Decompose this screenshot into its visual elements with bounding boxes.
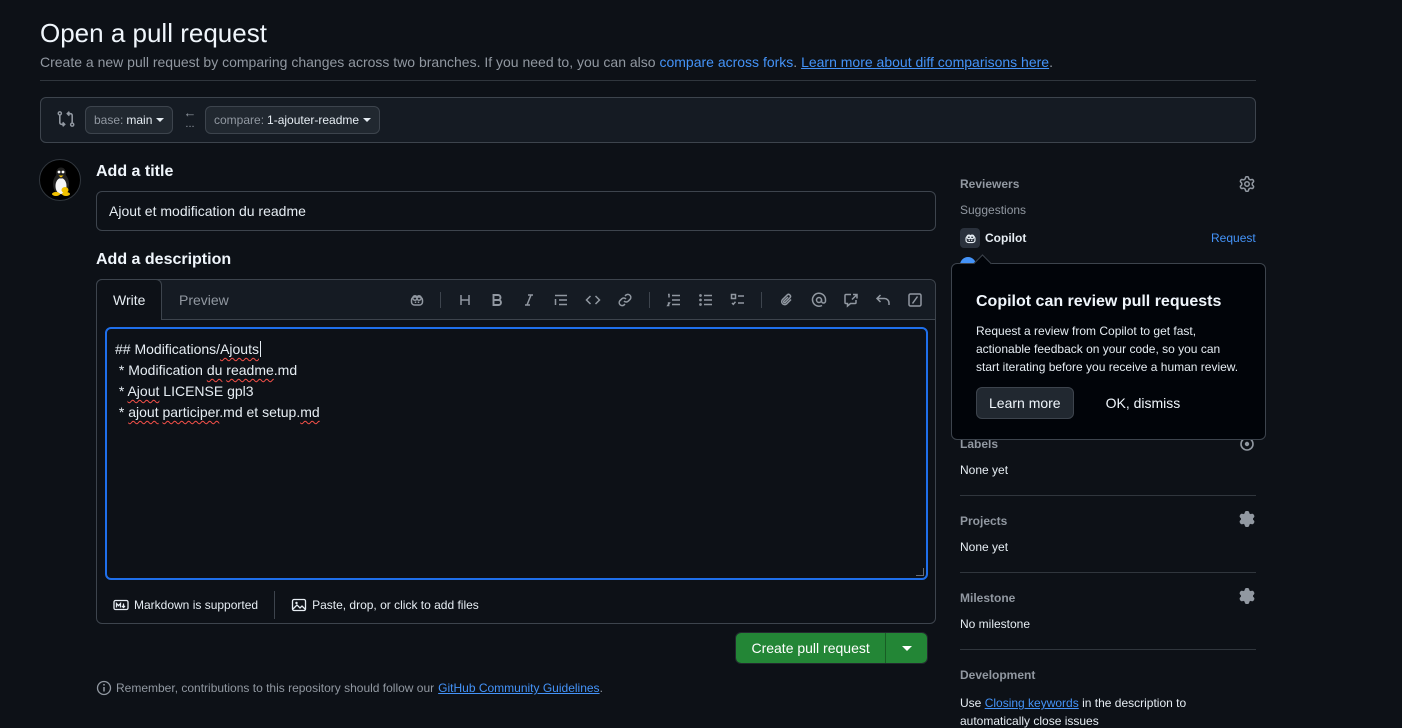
link-icon[interactable] <box>615 290 635 310</box>
ordered-list-icon[interactable] <box>664 290 684 310</box>
quote-icon[interactable] <box>551 290 571 310</box>
desc-line-2: * Modification du readme.md <box>115 362 298 378</box>
contribution-notice: Remember, contributions to this reposito… <box>96 680 603 696</box>
diff-comparisons-link[interactable]: Learn more about diff comparisons here <box>801 54 1049 70</box>
chevron-down-icon <box>156 118 165 122</box>
chevron-down-icon <box>363 118 372 122</box>
gear-icon[interactable] <box>1239 588 1257 606</box>
cross-reference-icon[interactable] <box>841 290 861 310</box>
editor-footer: Markdown is supported Paste, drop, or cl… <box>97 586 935 624</box>
community-guidelines-link[interactable]: GitHub Community Guidelines <box>438 681 599 695</box>
task-list-icon[interactable] <box>728 290 748 310</box>
copilot-suggestion: Copilot <box>960 228 1026 248</box>
request-copilot-review-link[interactable]: Request <box>1211 231 1256 245</box>
base-branch-select[interactable]: base: main <box>85 106 174 134</box>
create-pull-request-button-group: Create pull request <box>735 632 928 664</box>
gear-icon[interactable] <box>1239 511 1257 529</box>
code-icon[interactable] <box>583 290 603 310</box>
info-icon <box>96 680 112 696</box>
direction-indicator: ← ... <box>183 106 197 130</box>
range-dots: ... <box>185 118 195 130</box>
markdown-note[interactable]: Markdown is supported <box>97 597 274 613</box>
subtitle-sep: . <box>793 54 798 70</box>
create-options-dropdown[interactable] <box>886 633 927 663</box>
title-label: Add a title <box>96 163 174 180</box>
page-title: Open a pull request <box>40 18 267 48</box>
markdown-icon <box>113 599 129 611</box>
gear-icon[interactable] <box>1239 176 1257 194</box>
subtitle-text: Create a new pull request by comparing c… <box>40 54 656 70</box>
closing-keywords-link[interactable]: Closing keywords <box>985 696 1079 710</box>
create-pull-request-button[interactable]: Create pull request <box>736 633 887 663</box>
title-input[interactable]: Ajout et modification du readme <box>96 191 936 231</box>
compare-branch-select[interactable]: compare: 1-ajouter-readme <box>205 106 381 134</box>
mention-icon[interactable] <box>809 290 829 310</box>
penguin-avatar-icon <box>52 167 70 196</box>
avatar <box>39 159 81 201</box>
compare-prefix: compare: <box>214 113 265 127</box>
description-editor: Write Preview ## Modifications/Ajouts * … <box>96 279 936 624</box>
desc-line-3: * Ajout LICENSE gpl3 <box>115 383 254 399</box>
slash-command-icon[interactable] <box>905 290 925 310</box>
popover-title: Copilot can review pull requests <box>976 293 1222 310</box>
resize-handle[interactable] <box>916 568 924 576</box>
add-files-area[interactable]: Paste, drop, or click to add files <box>275 597 495 613</box>
projects-value: None yet <box>960 540 1009 554</box>
popover-body: Request a review from Copilot to get fas… <box>976 324 1239 374</box>
dismiss-button[interactable]: OK, dismiss <box>1106 395 1181 411</box>
copilot-icon <box>960 228 980 248</box>
attach-icon[interactable] <box>777 290 797 310</box>
heading-icon[interactable] <box>455 290 475 310</box>
suggestions-label: Suggestions <box>960 203 1027 217</box>
desc-line-4: * ajout participer.md et setup.md <box>115 404 320 420</box>
description-textarea[interactable]: ## Modifications/Ajouts * Modification d… <box>105 327 928 580</box>
milestone-value: No milestone <box>960 617 1031 631</box>
copilot-icon[interactable] <box>407 290 427 310</box>
header-divider <box>40 80 1256 81</box>
tab-preview[interactable]: Preview <box>163 279 245 320</box>
description-label: Add a description <box>96 251 232 268</box>
development-heading: Development <box>960 668 1036 682</box>
copilot-review-popover: Copilot can review pull requests Request… <box>951 263 1266 440</box>
image-icon <box>291 598 307 612</box>
bold-icon[interactable] <box>487 290 507 310</box>
chevron-down-icon <box>901 645 912 651</box>
development-text: Use Closing keywords in the description … <box>960 696 1187 728</box>
italic-icon[interactable] <box>519 290 539 310</box>
compare-value: 1-ajouter-readme <box>267 113 360 127</box>
desc-line-1: ## Modifications/Ajouts <box>115 341 261 357</box>
branch-range-bar: base: main ← ... compare: 1-ajouter-read… <box>40 97 1256 143</box>
page-subtitle: Create a new pull request by comparing c… <box>40 54 1053 70</box>
git-compare-icon <box>57 110 75 131</box>
projects-heading: Projects <box>960 514 1008 528</box>
unordered-list-icon[interactable] <box>696 290 716 310</box>
milestone-heading: Milestone <box>960 591 1016 605</box>
editor-toolbar: Write Preview <box>96 279 935 320</box>
base-prefix: base: <box>94 113 124 127</box>
subtitle-end: . <box>1049 54 1053 70</box>
tab-write[interactable]: Write <box>96 279 163 320</box>
compare-forks-link[interactable]: compare across forks <box>659 54 793 70</box>
undo-icon[interactable] <box>873 290 893 310</box>
base-value: main <box>126 113 153 127</box>
reviewers-heading: Reviewers <box>960 177 1020 191</box>
learn-more-button[interactable]: Learn more <box>976 387 1074 419</box>
labels-value: None yet <box>960 463 1009 477</box>
